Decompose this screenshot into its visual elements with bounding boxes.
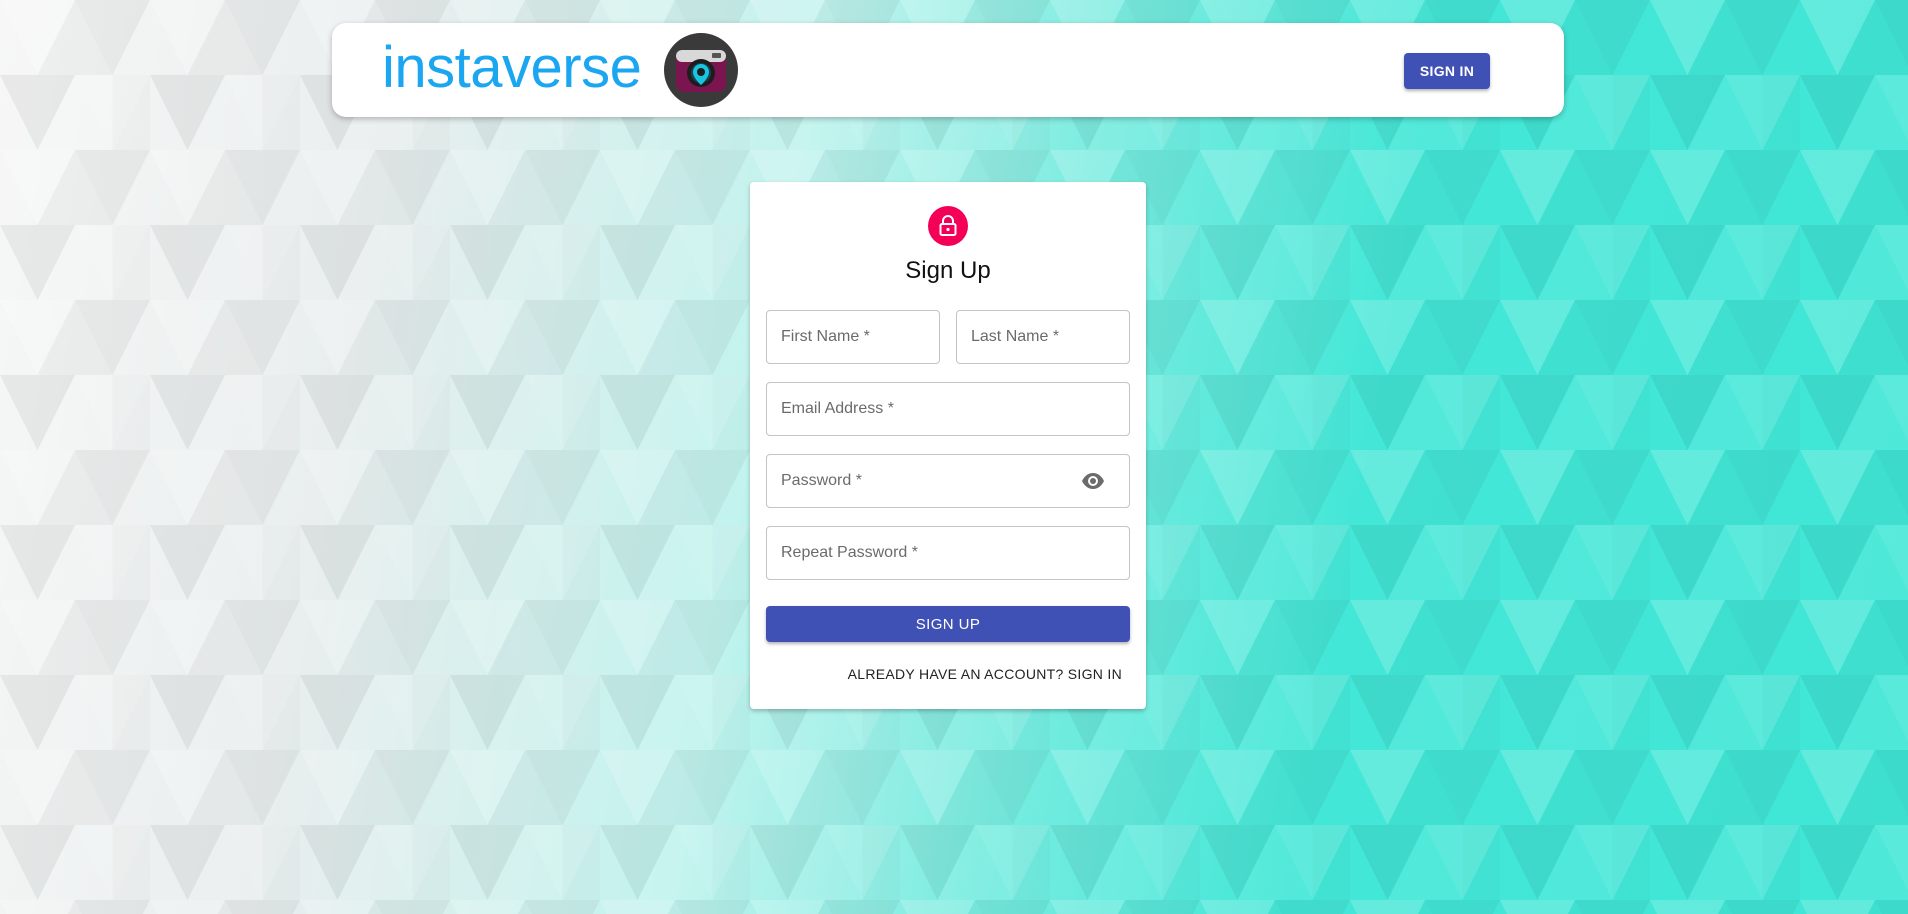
email-field[interactable] [766,382,1130,436]
repeat-password-input[interactable] [767,527,1129,579]
lock-icon [939,215,957,236]
repeat-password-field[interactable] [766,526,1130,580]
password-field[interactable] [766,454,1130,508]
signin-switch-link[interactable]: ALREADY HAVE AN ACCOUNT? SIGN IN [848,666,1122,682]
header-signin-button[interactable]: SIGN IN [1404,53,1490,89]
signup-button[interactable]: SIGN UP [766,606,1130,642]
last-name-input[interactable] [957,311,1129,363]
password-input[interactable] [767,455,1129,507]
page-background: instaverse SIGN IN Sign Up First Name * … [0,0,1908,914]
top-app-bar: instaverse SIGN IN [332,23,1564,117]
eye-icon[interactable] [1081,472,1105,490]
page-title: Sign Up [905,257,991,284]
first-name-field[interactable] [766,310,940,364]
email-input[interactable] [767,383,1129,435]
brand-logo-text[interactable]: instaverse [382,33,642,103]
first-name-input[interactable] [767,311,939,363]
lock-avatar [928,206,968,246]
signup-card: Sign Up SIGN UP ALREADY HAVE AN ACCOUNT?… [750,182,1146,709]
camera-logo-icon[interactable] [664,33,738,107]
last-name-field[interactable] [956,310,1130,364]
